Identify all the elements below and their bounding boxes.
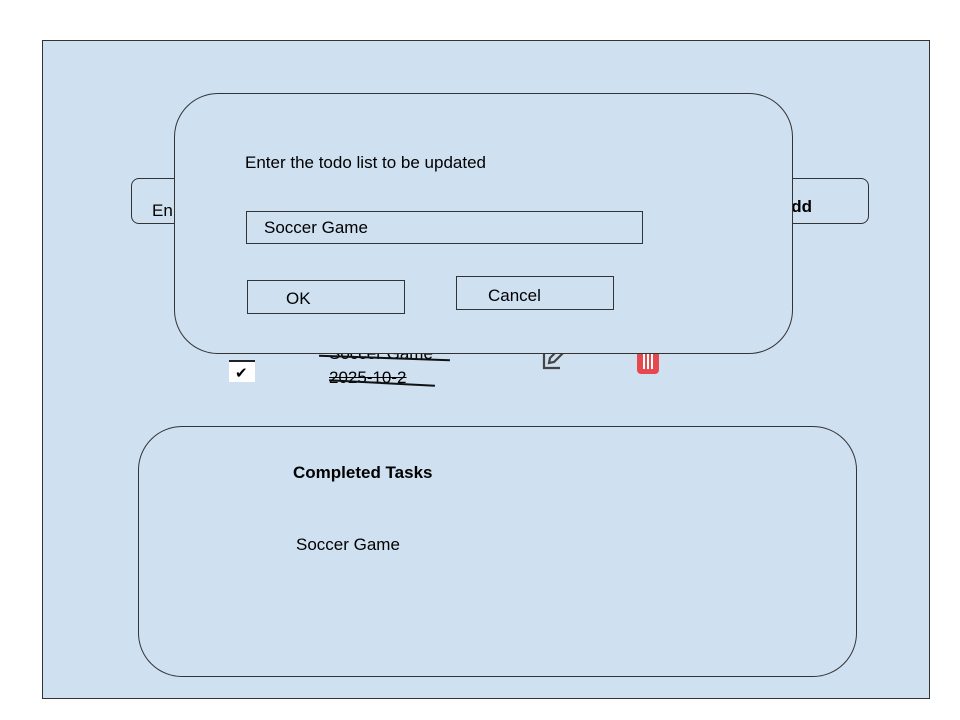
update-todo-dialog: Enter the todo list to be updated OK Can…: [174, 93, 793, 354]
checkmark-icon: ✔: [235, 365, 248, 382]
task-date: 2025-10-2: [329, 368, 407, 387]
completed-tasks-panel: Completed Tasks Soccer Game: [138, 426, 857, 677]
todo-input-placeholder[interactable]: En: [152, 201, 173, 221]
ok-button-label: OK: [286, 289, 311, 308]
cancel-button-label: Cancel: [488, 286, 541, 305]
ok-button[interactable]: OK: [247, 280, 405, 314]
completed-task-item: Soccer Game: [296, 535, 400, 554]
cancel-button[interactable]: Cancel: [456, 276, 614, 310]
completed-tasks-title: Completed Tasks: [293, 463, 433, 482]
dialog-prompt: Enter the todo list to be updated: [245, 153, 487, 172]
task-checkbox[interactable]: ✔: [229, 360, 255, 382]
update-todo-input[interactable]: [246, 211, 643, 244]
add-button[interactable]: dd: [791, 197, 812, 217]
